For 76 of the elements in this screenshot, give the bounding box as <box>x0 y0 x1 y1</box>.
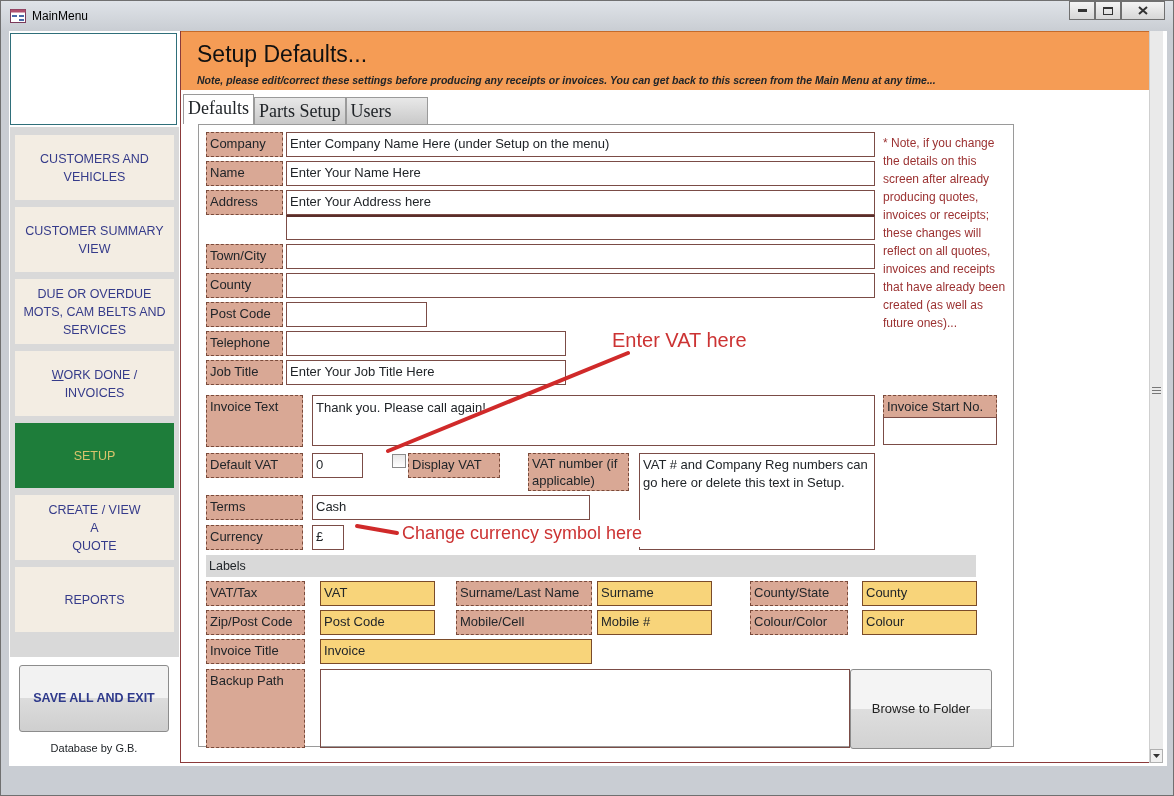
input-field[interactable] <box>883 417 997 445</box>
input-field[interactable] <box>286 244 875 269</box>
input-field[interactable]: Invoice <box>320 639 592 664</box>
field-label: Default VAT <box>206 453 303 478</box>
field-label: Surname/Last Name <box>456 581 592 606</box>
field-label: Invoice Start No. <box>883 395 997 417</box>
field-label: VAT number (if applicable) <box>528 453 629 491</box>
input-field[interactable]: Enter Your Address here <box>286 190 875 215</box>
field-label: Town/City <box>206 244 283 269</box>
form-icon <box>10 9 26 23</box>
menu-button[interactable]: CUSTOMERS AND VEHICLES <box>15 135 174 200</box>
text-area[interactable]: Thank you. Please call again! <box>312 395 875 446</box>
input-field[interactable]: Post Code <box>320 610 435 635</box>
tab[interactable]: Defaults <box>183 94 254 124</box>
credit-text: Database by G.B. <box>49 741 139 756</box>
close-icon <box>1138 6 1148 15</box>
scrollbar[interactable] <box>1149 31 1163 763</box>
field-label: Company <box>206 132 283 157</box>
field-label: Post Code <box>206 302 283 327</box>
input-field[interactable]: VAT <box>320 581 435 606</box>
field-label: Colour/Color <box>750 610 848 635</box>
field-label: Name <box>206 161 283 186</box>
field-label: Address <box>206 190 283 215</box>
close-button[interactable] <box>1121 1 1165 20</box>
menu-button[interactable]: WORK DONE / INVOICES <box>15 351 174 416</box>
field-label: County <box>206 273 283 298</box>
menu-button[interactable]: DUE OR OVERDUE MOTS, CAM BELTS AND SERVICES <box>15 279 174 344</box>
input-field[interactable] <box>320 669 850 748</box>
field-label: Mobile/Cell <box>456 610 592 635</box>
input-field[interactable]: Surname <box>597 581 712 606</box>
minimize-icon <box>1077 9 1087 12</box>
caret-icon <box>1153 754 1160 758</box>
input-field[interactable]: County <box>862 581 977 606</box>
tab[interactable]: Parts Setup <box>254 97 346 124</box>
field-label: Backup Path <box>206 669 305 748</box>
scroll-down-button[interactable] <box>1150 749 1163 763</box>
field-label: Invoice Title <box>206 639 305 664</box>
save-exit-button[interactable]: SAVE ALL AND EXIT <box>19 665 169 732</box>
field-label: Invoice Text <box>206 395 303 447</box>
field-label: Currency <box>206 525 303 550</box>
field-label: County/State <box>750 581 848 606</box>
field-label: Display VAT <box>408 453 500 478</box>
grip-icon <box>1152 386 1161 394</box>
input-field[interactable] <box>286 273 875 298</box>
page-title: Setup Defaults... <box>197 41 369 67</box>
input-field[interactable]: £ <box>312 525 344 550</box>
input-field[interactable] <box>286 302 427 327</box>
maximize-button[interactable] <box>1095 1 1121 20</box>
window-title: MainMenu <box>32 8 89 25</box>
input-field[interactable] <box>286 331 566 356</box>
annotation-text: Change currency symbol here <box>402 520 643 547</box>
change-note: * Note, if you change the details on this screen after already producing quotes, invoices or receipts; these changes will reflect on all quotes, invoices and receipts that have already been created (as well as future ones)... <box>883 135 1007 332</box>
input-field[interactable]: Mobile # <box>597 610 712 635</box>
menu-button[interactable]: REPORTS <box>15 567 174 632</box>
menu-button[interactable]: CUSTOMER SUMMARY VIEW <box>15 207 174 272</box>
section-header: Labels <box>206 555 976 577</box>
input-field[interactable]: Cash <box>312 495 590 520</box>
field-label: VAT/Tax <box>206 581 305 606</box>
browse-button[interactable]: Browse to Folder <box>850 669 992 749</box>
field-label: Job Title <box>206 360 283 385</box>
minimize-button[interactable] <box>1069 1 1095 20</box>
header-note: Note, please edit/correct these settings before producing any receipts or invoices. You can get back to this screen from the Main Menu at any time... <box>197 73 937 88</box>
input-field[interactable]: Enter Your Job Title Here <box>286 360 566 385</box>
input-field[interactable]: Colour <box>862 610 977 635</box>
input-field[interactable]: Enter Company Name Here (under Setup on the menu) <box>286 132 875 157</box>
menu-button[interactable]: CREATE / VIEW A QUOTE <box>15 495 174 560</box>
annotation-text: Enter VAT here <box>612 328 747 353</box>
input-field[interactable] <box>286 215 875 240</box>
input-field[interactable]: Enter Your Name Here <box>286 161 875 186</box>
maximize-icon <box>1103 6 1113 15</box>
field-label: Terms <box>206 495 303 520</box>
field-label: Zip/Post Code <box>206 610 305 635</box>
tab[interactable]: Users <box>345 97 428 124</box>
field-label: Telephone <box>206 331 283 356</box>
checkbox[interactable] <box>392 454 406 468</box>
input-field[interactable]: 0 <box>312 453 363 478</box>
